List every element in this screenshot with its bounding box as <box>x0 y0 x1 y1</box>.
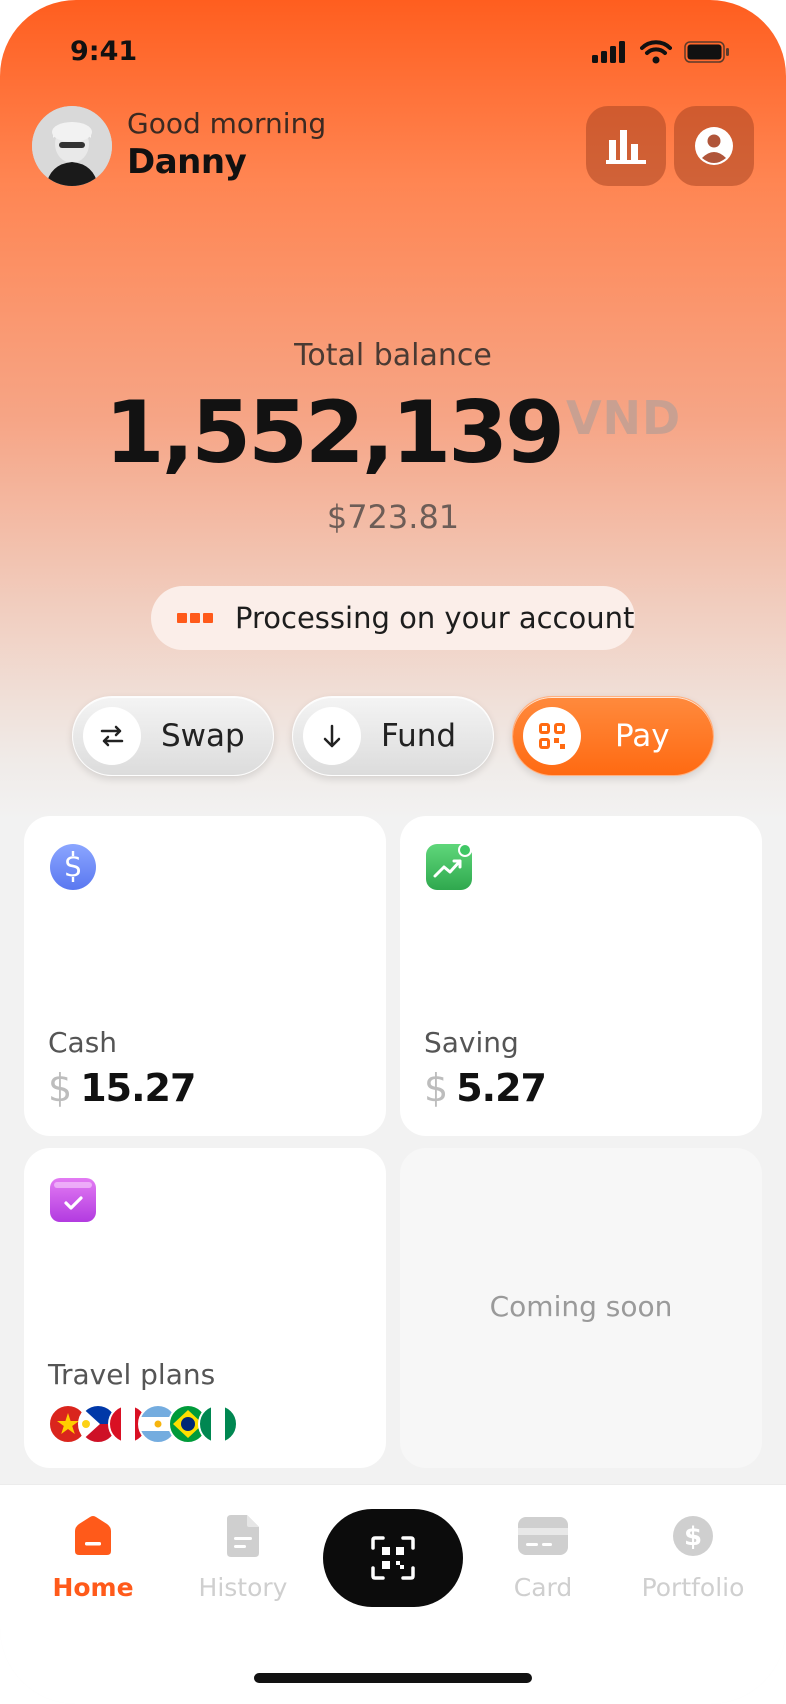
arrow-down-icon <box>303 707 361 765</box>
status-time: 9:41 <box>70 36 138 67</box>
cash-amount: 15.27 <box>80 1066 196 1110</box>
tab-card[interactable]: Card <box>478 1515 608 1602</box>
saving-amount: 5.27 <box>456 1066 547 1110</box>
saving-card[interactable]: Saving $ 5.27 <box>400 816 762 1136</box>
svg-text:$: $ <box>684 1522 702 1552</box>
nigeria-flag-icon <box>198 1404 238 1444</box>
status-bar: 9:41 <box>0 0 786 100</box>
cash-currency: $ <box>48 1066 73 1110</box>
scan-button[interactable] <box>323 1509 463 1607</box>
saving-currency: $ <box>424 1066 449 1110</box>
swap-label: Swap <box>161 718 245 754</box>
saving-value: $ 5.27 <box>424 1066 547 1110</box>
qr-pay-icon <box>523 707 581 765</box>
fund-label: Fund <box>381 718 457 754</box>
avatar[interactable] <box>32 106 112 186</box>
balance-usd: $723.81 <box>326 498 460 536</box>
trend-up-icon <box>426 844 472 890</box>
home-indicator <box>254 1673 532 1683</box>
wifi-icon <box>640 40 672 64</box>
travel-title: Travel plans <box>48 1358 216 1391</box>
calendar-check-icon <box>50 1178 96 1222</box>
greeting-text: Good morning <box>127 107 327 140</box>
fund-button[interactable]: Fund <box>292 696 494 776</box>
pay-button[interactable]: Pay <box>512 696 714 776</box>
balance-label: Total balance <box>294 338 492 373</box>
balance-row: 1,552,139 VND <box>0 385 786 481</box>
username: Danny <box>127 142 247 182</box>
battery-icon <box>684 41 729 63</box>
stats-button[interactable] <box>586 106 666 186</box>
cash-title: Cash <box>48 1026 118 1059</box>
bar-chart-icon <box>606 130 646 164</box>
balance-amount: 1,552,139 <box>104 383 565 483</box>
document-icon <box>227 1515 259 1557</box>
processing-text: Processing on your account <box>235 601 635 635</box>
saving-title: Saving <box>424 1026 519 1059</box>
pay-label: Pay <box>615 718 670 754</box>
tab-home[interactable]: Home <box>28 1515 158 1602</box>
tab-history-label: History <box>198 1573 288 1602</box>
credit-card-icon <box>518 1517 568 1555</box>
travel-plans-card[interactable]: Travel plans <box>24 1148 386 1468</box>
qr-scan-icon <box>371 1536 415 1580</box>
tab-portfolio[interactable]: $ Portfolio <box>628 1515 758 1602</box>
profile-button[interactable] <box>674 106 754 186</box>
signal-icon <box>592 41 625 63</box>
dollar-circle-icon: $ <box>673 1516 713 1556</box>
action-buttons: Swap Fund Pay <box>72 696 714 776</box>
user-icon <box>695 127 733 165</box>
tab-bar: Home History Card $ Portfolio <box>0 1484 786 1704</box>
cash-value: $ 15.27 <box>48 1066 196 1110</box>
processing-banner[interactable]: Processing on your account <box>151 586 635 650</box>
tab-history[interactable]: History <box>178 1515 308 1602</box>
tab-portfolio-label: Portfolio <box>641 1573 745 1602</box>
swap-arrows-icon <box>83 707 141 765</box>
balance-currency: VND <box>565 391 682 445</box>
status-icons <box>592 40 730 64</box>
coming-soon-card: Coming soon <box>400 1148 762 1468</box>
home-icon <box>75 1516 111 1555</box>
coming-soon-text: Coming soon <box>489 1290 673 1323</box>
tab-card-label: Card <box>513 1573 573 1602</box>
header: Good morning Danny <box>32 106 754 186</box>
processing-dots-icon <box>177 613 213 623</box>
tab-home-label: Home <box>52 1573 134 1602</box>
dollar-coin-icon: S <box>50 844 96 890</box>
flag-list <box>48 1404 238 1444</box>
phone-screen: 9:41 Good morning Danny Total balance 1,… <box>0 0 786 1704</box>
cash-card[interactable]: S Cash $ 15.27 <box>24 816 386 1136</box>
swap-button[interactable]: Swap <box>72 696 274 776</box>
